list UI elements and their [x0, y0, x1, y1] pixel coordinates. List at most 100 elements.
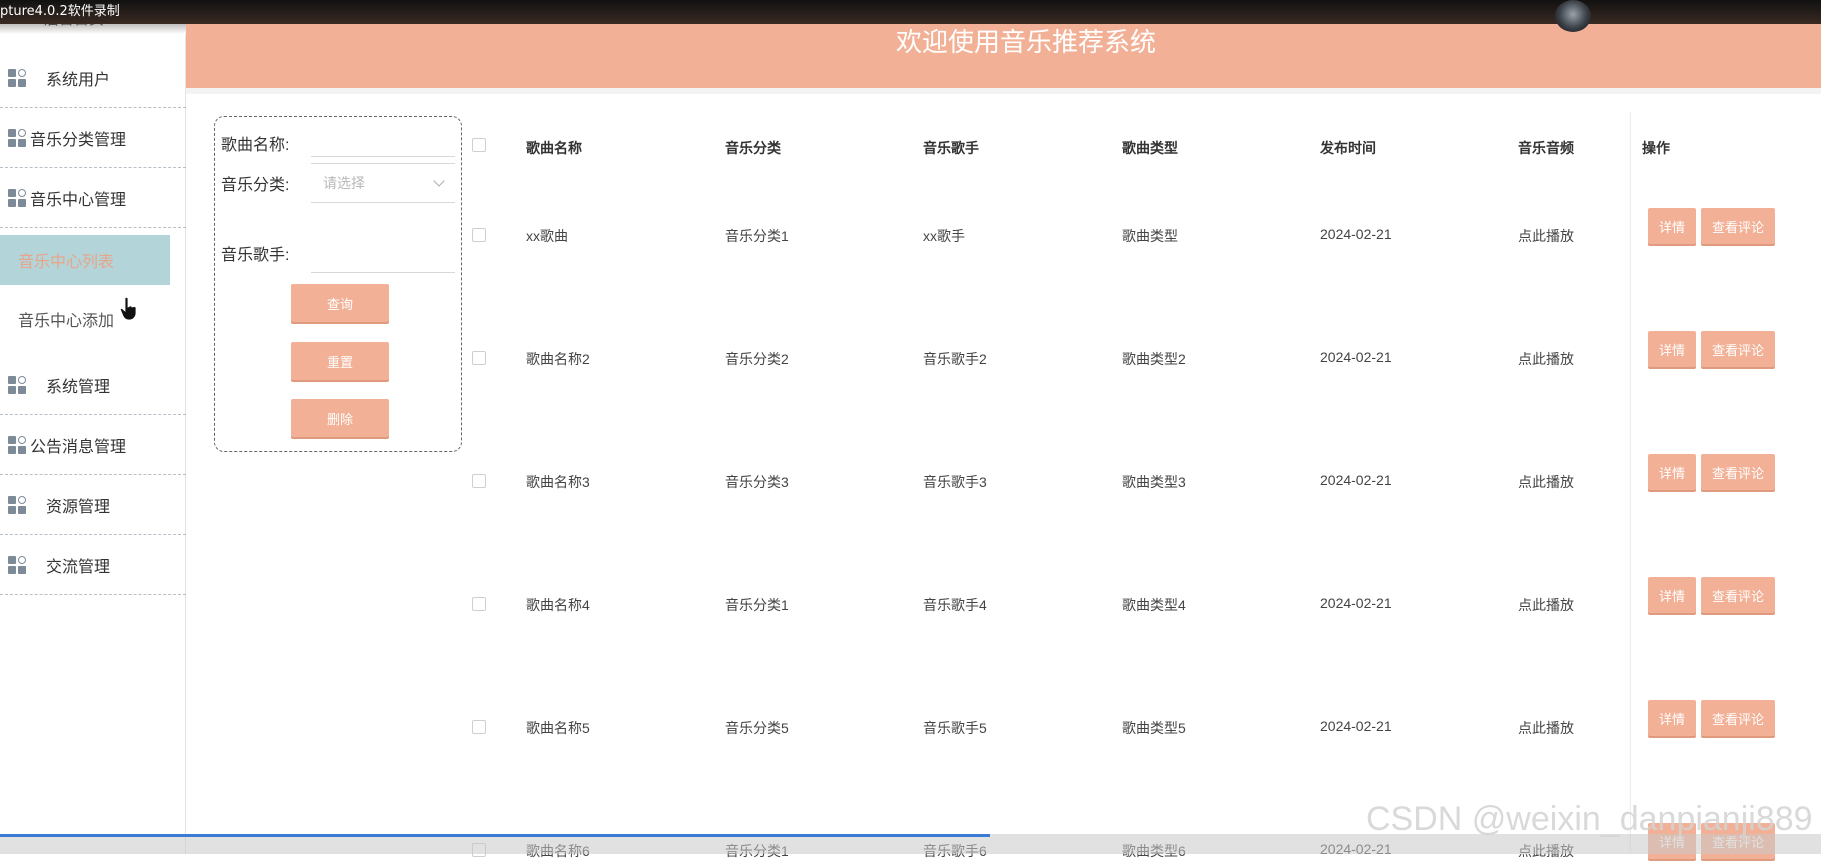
table-row: xx歌曲 音乐分类1 xx歌手 歌曲类型 2024-02-21 点此播放 详情 …: [462, 208, 1821, 246]
cell-category: 音乐分类5: [725, 720, 789, 736]
user-avatar[interactable]: [1555, 0, 1591, 32]
sidebar-item-label: 资源管理: [46, 498, 111, 516]
sidebar-item-notice-manage[interactable]: 公告消息管理: [0, 415, 186, 475]
view-reviews-button[interactable]: 查看评论: [1701, 331, 1775, 367]
cell-play-audio-link[interactable]: 点此播放: [1518, 718, 1574, 738]
cell-song-name: 歌曲名称5: [526, 720, 590, 736]
cell-release-date: 2024-02-21: [1320, 226, 1392, 242]
cell-song-type: 歌曲类型5: [1122, 720, 1186, 736]
cell-singer: 音乐歌手2: [923, 351, 987, 367]
table-row: 歌曲名称2 音乐分类2 音乐歌手2 歌曲类型2 2024-02-21 点此播放 …: [462, 331, 1821, 369]
cell-release-date: 2024-02-21: [1320, 718, 1392, 734]
category-select-placeholder: 请选择: [323, 175, 365, 191]
cell-category: 音乐分类1: [725, 228, 789, 244]
column-header-release-date: 发布时间: [1320, 140, 1376, 156]
grid-icon: [8, 68, 26, 87]
cell-category: 音乐分类2: [725, 351, 789, 367]
recorder-label: pture4.0.2软件录制: [0, 4, 120, 19]
grid-icon: [8, 375, 26, 394]
cell-singer: 音乐歌手5: [923, 720, 987, 736]
grid-icon: [8, 188, 26, 207]
category-select[interactable]: 请选择: [311, 163, 455, 203]
column-header-category: 音乐分类: [725, 140, 781, 156]
sidebar-item-label: 系统用户: [46, 71, 111, 89]
sidebar: 后台首页 系统用户 音乐分类管理 音乐中心管理 音乐中心列表 音乐中心添加 系统…: [0, 0, 186, 854]
row-checkbox[interactable]: [472, 597, 486, 611]
sidebar-item-resource-manage[interactable]: 资源管理: [0, 475, 186, 535]
cell-song-name: 歌曲名称2: [526, 351, 590, 367]
sidebar-item-system-users[interactable]: 系统用户: [0, 48, 186, 108]
reset-button[interactable]: 重置: [291, 342, 389, 380]
sidebar-subitem-music-center-add[interactable]: 音乐中心添加: [0, 294, 170, 344]
delete-button[interactable]: 删除: [291, 399, 389, 437]
search-panel: 歌曲名称: 音乐分类: 请选择 音乐歌手: 查询 重置 删除: [214, 116, 462, 452]
row-checkbox[interactable]: [472, 474, 486, 488]
chevron-down-icon: [433, 175, 445, 187]
grid-icon: [8, 128, 26, 147]
column-header-song-name: 歌曲名称: [526, 140, 582, 156]
table-row: 歌曲名称5 音乐分类5 音乐歌手5 歌曲类型5 2024-02-21 点此播放 …: [462, 700, 1821, 738]
cell-singer: 音乐歌手4: [923, 597, 987, 613]
grid-icon: [8, 495, 26, 514]
cell-song-type: 歌曲类型3: [1122, 474, 1186, 490]
music-table: 歌曲名称 音乐分类 音乐歌手 歌曲类型 发布时间 音乐音频 操作 xx歌曲 音乐…: [462, 112, 1821, 859]
singer-input[interactable]: [311, 233, 455, 273]
detail-button[interactable]: 详情: [1648, 331, 1696, 367]
detail-button[interactable]: 详情: [1648, 454, 1696, 490]
view-reviews-button[interactable]: 查看评论: [1701, 208, 1775, 244]
sidebar-item-music-category[interactable]: 音乐分类管理: [0, 108, 186, 168]
sidebar-item-music-center[interactable]: 音乐中心管理: [0, 168, 186, 228]
row-checkbox[interactable]: [472, 720, 486, 734]
view-reviews-button[interactable]: 查看评论: [1701, 454, 1775, 490]
cell-play-audio-link[interactable]: 点此播放: [1518, 349, 1574, 369]
sidebar-item-label: 系统管理: [46, 378, 111, 396]
view-reviews-button[interactable]: 查看评论: [1701, 700, 1775, 736]
cell-category: 音乐分类3: [725, 474, 789, 490]
detail-button[interactable]: 详情: [1648, 208, 1696, 244]
sidebar-item-label: 音乐分类管理: [30, 131, 127, 149]
song-name-input[interactable]: [311, 117, 455, 157]
query-button[interactable]: 查询: [291, 284, 389, 322]
sidebar-item-label: 交流管理: [46, 558, 111, 576]
cell-song-name: xx歌曲: [526, 228, 568, 244]
sidebar-subitem-music-center-list[interactable]: 音乐中心列表: [0, 235, 170, 285]
singer-label: 音乐歌手:: [221, 247, 290, 264]
select-all-checkbox[interactable]: [472, 138, 486, 152]
cell-play-audio-link[interactable]: 点此播放: [1518, 226, 1574, 246]
row-checkbox[interactable]: [472, 228, 486, 242]
sidebar-item-exchange-manage[interactable]: 交流管理: [0, 535, 186, 595]
watermark: CSDN @weixin_danpianji889: [1366, 800, 1813, 838]
cell-song-type: 歌曲类型: [1122, 228, 1178, 244]
sidebar-item-label: 音乐中心管理: [30, 191, 127, 209]
cell-song-name: 歌曲名称3: [526, 474, 590, 490]
song-name-label: 歌曲名称:: [221, 137, 290, 154]
column-header-singer: 音乐歌手: [923, 140, 979, 156]
cell-release-date: 2024-02-21: [1320, 595, 1392, 611]
grid-icon: [8, 435, 26, 454]
row-checkbox[interactable]: [472, 351, 486, 365]
cell-play-audio-link[interactable]: 点此播放: [1518, 595, 1574, 615]
table-row: 歌曲名称3 音乐分类3 音乐歌手3 歌曲类型3 2024-02-21 点此播放 …: [462, 454, 1821, 492]
detail-button[interactable]: 详情: [1648, 577, 1696, 613]
sidebar-item-system-manage[interactable]: 系统管理: [0, 355, 186, 415]
column-header-actions: 操作: [1642, 140, 1670, 156]
cell-play-audio-link[interactable]: 点此播放: [1518, 472, 1574, 492]
column-header-song-type: 歌曲类型: [1122, 140, 1178, 156]
cell-song-name: 歌曲名称4: [526, 597, 590, 613]
hand-cursor-icon: [120, 297, 137, 321]
recorder-overlay-strip: [0, 0, 1821, 24]
cell-category: 音乐分类1: [725, 597, 789, 613]
cell-song-type: 歌曲类型2: [1122, 351, 1186, 367]
cell-song-type: 歌曲类型4: [1122, 597, 1186, 613]
cell-release-date: 2024-02-21: [1320, 349, 1392, 365]
column-header-audio: 音乐音频: [1518, 140, 1574, 156]
cell-release-date: 2024-02-21: [1320, 472, 1392, 488]
category-label: 音乐分类:: [221, 177, 290, 194]
detail-button[interactable]: 详情: [1648, 700, 1696, 736]
cell-singer: xx歌手: [923, 228, 965, 244]
recording-progress-bar: [0, 834, 990, 837]
sidebar-item-label: 公告消息管理: [30, 438, 127, 456]
table-row: 歌曲名称4 音乐分类1 音乐歌手4 歌曲类型4 2024-02-21 点此播放 …: [462, 577, 1821, 615]
header-divider: [186, 88, 1821, 94]
view-reviews-button[interactable]: 查看评论: [1701, 577, 1775, 613]
